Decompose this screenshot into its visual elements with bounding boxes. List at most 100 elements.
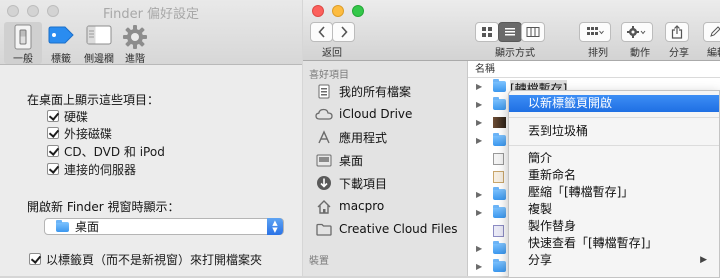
sidebar-item-creative-cloud-files[interactable]: Creative Cloud Files [315, 220, 458, 238]
menu-item-label: 複製 [528, 202, 553, 216]
folder-icon [493, 205, 506, 218]
app-file-icon [493, 153, 504, 165]
disclosure-triangle-icon[interactable]: ▶ [476, 100, 482, 109]
sidebar-item-label: Creative Cloud Files [339, 222, 458, 236]
view-icons-button[interactable] [475, 22, 499, 42]
desktop-items-heading: 在桌面上顯示這些項目： [27, 93, 160, 107]
sidebar-item-icloud-drive[interactable]: iCloud Drive [315, 105, 412, 123]
favorites-heading: 喜好項目 [309, 70, 349, 81]
menu-separator [509, 145, 719, 146]
checkbox-label: 連接的伺服器 [64, 162, 137, 177]
view-label: 顯示方式 [495, 48, 535, 59]
menu-item-label: 壓縮「[轉檔暫存]」 [528, 185, 634, 199]
menu-item-compress[interactable]: 壓縮「[轉檔暫存]」 [509, 184, 719, 201]
light-switch-icon [14, 24, 32, 50]
sidebar-item-home[interactable]: macpro [315, 197, 384, 215]
icon-view-icon [482, 27, 492, 37]
disclosure-triangle-icon[interactable]: ▶ [476, 82, 482, 91]
tag-icon [48, 26, 74, 44]
view-columns-button[interactable] [521, 22, 545, 42]
finder-preferences-window: Finder 偏好設定 一般 標籤 側邊欄 進階 在桌面上顯示這些項目： 硬碟 … [0, 0, 302, 276]
folder-icon [493, 133, 506, 146]
checkbox-box[interactable] [47, 110, 59, 122]
tab-sidebar[interactable]: 側邊欄 [80, 22, 118, 65]
disclosure-triangle-icon[interactable]: ▶ [476, 244, 482, 253]
menu-item-quick-look[interactable]: 快速查看「[轉檔暫存]」 [509, 235, 719, 252]
menu-item-make-alias[interactable]: 製作替身 [509, 218, 719, 235]
window-title: Finder 偏好設定 [102, 7, 200, 22]
finder-sidebar: 喜好項目 我的所有檔案 iCloud Drive 應用程式 桌面 下載項目 ma… [303, 61, 468, 276]
zoom-button[interactable] [352, 5, 364, 17]
view-list-button[interactable] [498, 22, 522, 42]
checkbox-box[interactable] [47, 163, 59, 175]
minimize-button[interactable] [332, 5, 344, 17]
gear-icon [627, 26, 646, 38]
menu-item-open-in-new-tab[interactable]: 以新標籤頁開啟 [509, 95, 719, 112]
menu-item-duplicate[interactable]: 複製 [509, 201, 719, 218]
checkbox-cds-dvds-ipods[interactable]: CD、DVD 和 iPod [47, 143, 165, 159]
home-icon [315, 198, 333, 214]
new-window-select[interactable]: 桌面 ▲ ▼ [44, 218, 284, 235]
column-view-icon [526, 27, 540, 37]
share-label: 分享 [669, 48, 689, 59]
menu-item-label: 簡介 [528, 151, 553, 165]
checkbox-open-folders-in-tabs[interactable]: 以標籤頁（而不是新視窗）來打開檔案夾 [29, 251, 262, 267]
sidebar-item-desktop[interactable]: 桌面 [315, 151, 363, 169]
all-files-icon [315, 83, 333, 99]
tab-advanced-label: 進階 [125, 54, 145, 65]
disclosure-triangle-icon[interactable]: ▶ [476, 208, 482, 217]
menu-item-label: 製作替身 [528, 219, 577, 233]
menu-item-share[interactable]: 分享 ▶ [509, 252, 719, 269]
folder-icon [493, 79, 506, 92]
checkbox-hard-disks[interactable]: 硬碟 [47, 108, 88, 124]
checkbox-connected-servers[interactable]: 連接的伺服器 [47, 161, 136, 177]
arrange-label: 排列 [588, 48, 608, 59]
edit-icon [710, 26, 720, 37]
disclosure-triangle-icon[interactable]: ▶ [476, 262, 482, 271]
menu-separator [509, 117, 719, 118]
menu-item-rename[interactable]: 重新命名 [509, 167, 719, 184]
edit-button[interactable] [703, 22, 720, 42]
document-icon [493, 225, 504, 237]
sidebar-item-label: 應用程式 [339, 130, 388, 145]
sidebar-item-all-my-files[interactable]: 我的所有檔案 [315, 82, 411, 100]
chevron-up-down-icon: ▲ ▼ [267, 218, 283, 235]
checkbox-external-disks[interactable]: 外接磁碟 [47, 125, 112, 141]
new-window-selected-value: 桌面 [75, 220, 100, 234]
checkbox-box[interactable] [29, 253, 41, 265]
downloads-icon [315, 175, 333, 191]
new-window-heading: 開啟新 Finder 視窗時顯示： [27, 200, 180, 214]
sidebar-icon [86, 25, 112, 45]
action-label: 動作 [630, 48, 650, 59]
tab-advanced[interactable]: 進階 [116, 22, 154, 65]
checkbox-box[interactable] [47, 127, 59, 139]
back-button[interactable] [310, 22, 333, 42]
disclosure-triangle-icon[interactable]: ▶ [476, 190, 482, 199]
column-header-name[interactable]: 名稱 [468, 61, 720, 78]
menu-item-move-to-trash[interactable]: 丟到垃圾桶 [509, 123, 719, 140]
folder-icon [493, 187, 506, 200]
forward-button[interactable] [332, 22, 355, 42]
share-icon [671, 25, 683, 39]
checkbox-box[interactable] [47, 145, 59, 157]
edit-label: 編輯 [707, 48, 720, 59]
chevron-left-icon [317, 26, 325, 38]
sidebar-item-applications[interactable]: 應用程式 [315, 128, 387, 146]
folder-icon [493, 97, 506, 110]
back-label: 返回 [322, 48, 342, 59]
applications-icon [315, 129, 333, 145]
tab-tags[interactable]: 標籤 [42, 22, 80, 65]
menu-item-label: 丟到垃圾桶 [528, 124, 589, 138]
tab-general[interactable]: 一般 [4, 22, 42, 65]
sidebar-item-downloads[interactable]: 下載項目 [315, 174, 387, 192]
close-button[interactable] [312, 5, 324, 17]
tab-general-label: 一般 [13, 54, 33, 65]
disclosure-triangle-icon[interactable]: ▶ [476, 118, 482, 127]
share-button[interactable] [665, 22, 689, 42]
menu-item-get-info[interactable]: 簡介 [509, 150, 719, 167]
action-button[interactable] [621, 22, 653, 42]
arrange-button[interactable] [579, 22, 611, 42]
list-view-icon [505, 28, 515, 36]
folder-icon [493, 259, 506, 272]
disclosure-triangle-icon[interactable]: ▶ [476, 136, 482, 145]
